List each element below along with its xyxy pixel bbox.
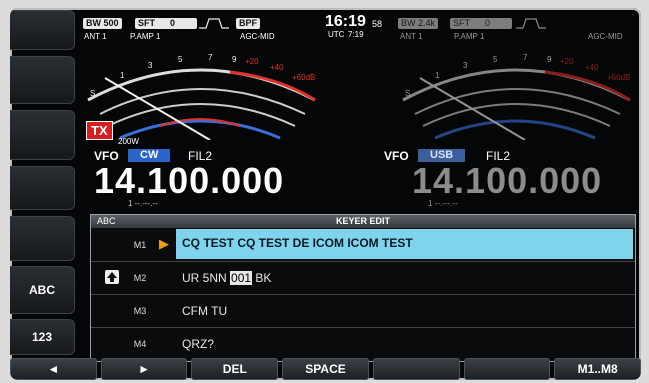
keyer-title: KEYER EDIT bbox=[335, 216, 390, 226]
main-filter-shape-icon bbox=[199, 18, 229, 29]
sub-meter-tick-7: 7 bbox=[523, 53, 528, 62]
main-meter-plus20: +20 bbox=[245, 57, 259, 66]
side-button-4[interactable] bbox=[10, 166, 75, 210]
serial-number-placeholder: 001 bbox=[230, 271, 253, 285]
delete-button[interactable]: DEL bbox=[191, 358, 279, 380]
function-button-5[interactable] bbox=[372, 358, 460, 380]
sub-meter-tick-3: 3 bbox=[463, 61, 468, 70]
main-meter-tick-5: 5 bbox=[178, 55, 183, 64]
keyer-edit-panel: ABC KEYER EDIT M1 ▶ CQ TEST CQ TEST DE I… bbox=[90, 214, 636, 362]
side-button-5[interactable] bbox=[10, 216, 75, 261]
sub-meter-s-label: S bbox=[405, 89, 410, 98]
tx-indicator: TX bbox=[86, 121, 113, 140]
radio-screen: ABC 123 BW 500 SFT 0 BPF ANT 1 P.AMP 1 A… bbox=[10, 8, 641, 380]
tx-power: 200W bbox=[118, 137, 139, 146]
function-button-6[interactable] bbox=[463, 358, 551, 380]
keyer-row-m2[interactable]: M2 UR 5NN 001 BK bbox=[91, 261, 635, 294]
sub-meter-tick-1: 1 bbox=[435, 71, 440, 80]
space-button[interactable]: SPACE bbox=[282, 358, 369, 380]
main-meter-tick-3: 3 bbox=[148, 61, 153, 70]
sub-vfo-label: VFO bbox=[384, 149, 409, 163]
keyer-row-m1[interactable]: M1 ▶ CQ TEST CQ TEST DE ICOM ICOM TEST bbox=[91, 228, 635, 260]
main-antenna: ANT 1 bbox=[84, 32, 107, 41]
main-meter-tick-9: 9 bbox=[232, 55, 237, 64]
sub-antenna: ANT 1 bbox=[400, 32, 423, 41]
keyer-row-text[interactable]: QRZ? bbox=[182, 337, 214, 351]
cursor-right-button[interactable]: ► bbox=[100, 358, 188, 380]
sub-s-meter: S 1 3 5 7 9 +20 +40 +60dB bbox=[402, 53, 631, 140]
keyer-row-label: M4 bbox=[133, 339, 147, 349]
function-button-bar: ◄ ► DEL SPACE M1..M8 bbox=[10, 358, 641, 380]
keyer-row-text[interactable]: CQ TEST CQ TEST DE ICOM ICOM TEST bbox=[182, 236, 413, 250]
keyer-header: ABC KEYER EDIT bbox=[91, 215, 635, 228]
utc-time: 7:19 bbox=[348, 30, 364, 39]
main-meter-tick-7: 7 bbox=[208, 53, 213, 62]
keyer-row-m3[interactable]: M3 CFM TU bbox=[91, 294, 635, 327]
side-button-1[interactable] bbox=[10, 10, 75, 50]
main-meter-tick-1: 1 bbox=[120, 71, 125, 80]
main-s-meter: S 1 3 5 7 9 +20 +40 +60dB bbox=[87, 53, 316, 140]
main-sft-tag: SFT 0 bbox=[135, 18, 197, 29]
keyer-row-label: M3 bbox=[133, 306, 147, 316]
sub-meter-tick-5: 5 bbox=[493, 55, 498, 64]
main-agc: AGC-MID bbox=[240, 32, 275, 41]
numeric-input-mode-button[interactable]: 123 bbox=[10, 319, 75, 355]
main-bw-tag: BW 500 bbox=[83, 18, 122, 29]
side-button-2[interactable] bbox=[10, 56, 75, 104]
sub-meter-tick-9: 9 bbox=[547, 55, 552, 64]
clock-seconds: 58 bbox=[372, 19, 383, 29]
sub-meter-plus60: +60dB bbox=[607, 73, 630, 82]
main-meter-plus40: +40 bbox=[270, 63, 284, 72]
keyer-row-label: M1 bbox=[133, 240, 147, 250]
utc-label: UTC bbox=[328, 30, 345, 39]
sub-agc: AGC-MID bbox=[588, 32, 623, 41]
main-frequency[interactable]: 14.100.000 bbox=[94, 160, 284, 202]
main-meter-s-label: S bbox=[90, 89, 95, 98]
keyer-row-label: M2 bbox=[133, 273, 147, 283]
keyer-row-text[interactable]: CFM TU bbox=[182, 304, 227, 318]
main-preamp: P.AMP 1 bbox=[130, 32, 161, 41]
selected-arrow-icon: ▶ bbox=[159, 236, 169, 251]
sub-frequency[interactable]: 14.100.000 bbox=[412, 160, 602, 202]
sub-filter-shape-icon bbox=[516, 18, 546, 29]
sub-meter-plus20: +20 bbox=[560, 57, 574, 66]
sub-sft-tag: SFT 0 bbox=[450, 18, 512, 29]
sub-meter-plus40: +40 bbox=[585, 63, 599, 72]
sub-memory: 1 --.---.-- bbox=[428, 199, 458, 208]
shift-up-icon[interactable] bbox=[105, 270, 119, 284]
sub-bw-tag: BW 2.4k bbox=[398, 18, 439, 29]
clock-time: 16:19 bbox=[325, 13, 366, 30]
main-bpf-tag: BPF bbox=[236, 18, 260, 29]
abc-input-mode-button[interactable]: ABC bbox=[10, 266, 75, 314]
keyer-row-m4[interactable]: M4 QRZ? bbox=[91, 327, 635, 361]
keyer-row-text[interactable]: UR 5NN 001 BK bbox=[182, 271, 271, 285]
main-meter-plus60: +60dB bbox=[292, 73, 315, 82]
cursor-left-button[interactable]: ◄ bbox=[10, 358, 97, 380]
main-memory: 1 --.---.-- bbox=[128, 199, 158, 208]
memory-select-button[interactable]: M1..M8 bbox=[554, 358, 641, 380]
side-button-3[interactable] bbox=[10, 110, 75, 160]
sub-preamp: P.AMP 1 bbox=[454, 32, 485, 41]
